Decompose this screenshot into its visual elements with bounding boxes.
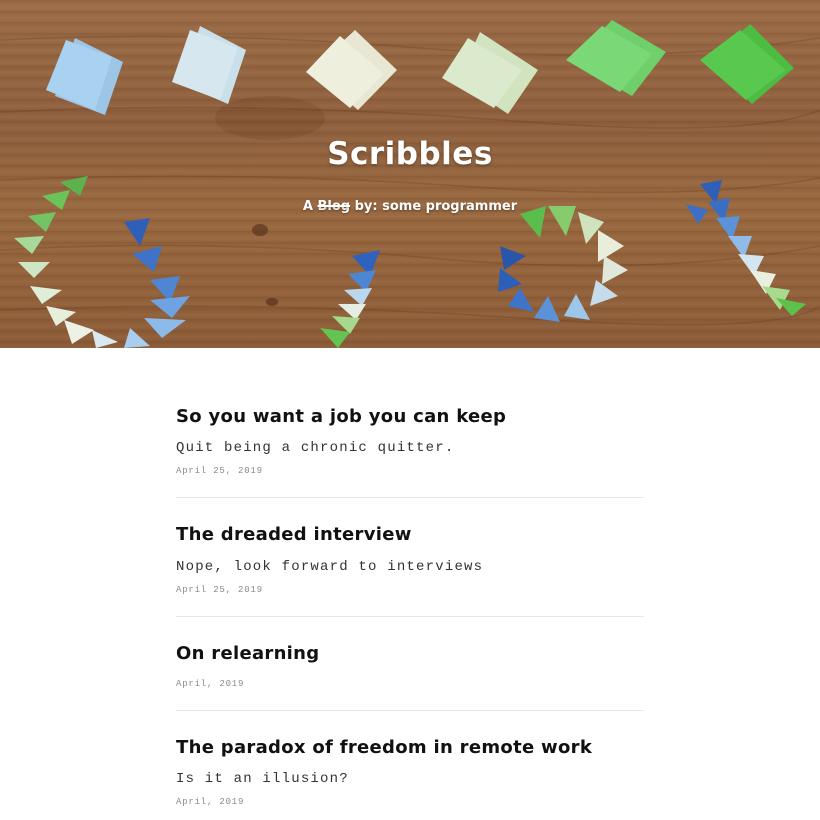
post-subtitle: Nope, look forward to interviews <box>176 559 484 575</box>
subtitle-suffix: by: some programmer <box>354 199 518 214</box>
post-date: April, 2019 <box>176 679 245 689</box>
post-date: April 25, 2019 <box>176 466 263 476</box>
post-item[interactable]: The dreaded interview Nope, look forward… <box>176 524 644 595</box>
subtitle-prefix: A <box>302 199 313 214</box>
post-title[interactable]: So you want a job you can keep <box>176 406 644 428</box>
subtitle-struck-word: Blog <box>317 199 351 214</box>
post-item[interactable]: So you want a job you can keep Quit bein… <box>176 406 644 476</box>
post-title[interactable]: The paradox of freedom in remote work <box>176 737 644 759</box>
post-item[interactable]: On relearning April, 2019 <box>176 643 644 689</box>
post-divider <box>176 497 644 498</box>
post-title[interactable]: On relearning <box>176 643 644 665</box>
post-date: April, 2019 <box>176 797 245 807</box>
site-title[interactable]: Scribbles <box>0 136 820 172</box>
post-divider <box>176 710 644 711</box>
post-subtitle: Is it an illusion? <box>176 771 349 787</box>
origami-background-image <box>0 20 820 348</box>
post-date: April 25, 2019 <box>176 585 263 595</box>
site-subtitle: A Blog by: some programmer <box>0 199 820 214</box>
post-title[interactable]: The dreaded interview <box>176 524 644 546</box>
post-divider <box>176 616 644 617</box>
post-subtitle: Quit being a chronic quitter. <box>176 440 455 456</box>
post-item[interactable]: The paradox of freedom in remote work Is… <box>176 737 644 807</box>
hero-banner: Scribbles A Blog by: some programmer <box>0 0 820 348</box>
